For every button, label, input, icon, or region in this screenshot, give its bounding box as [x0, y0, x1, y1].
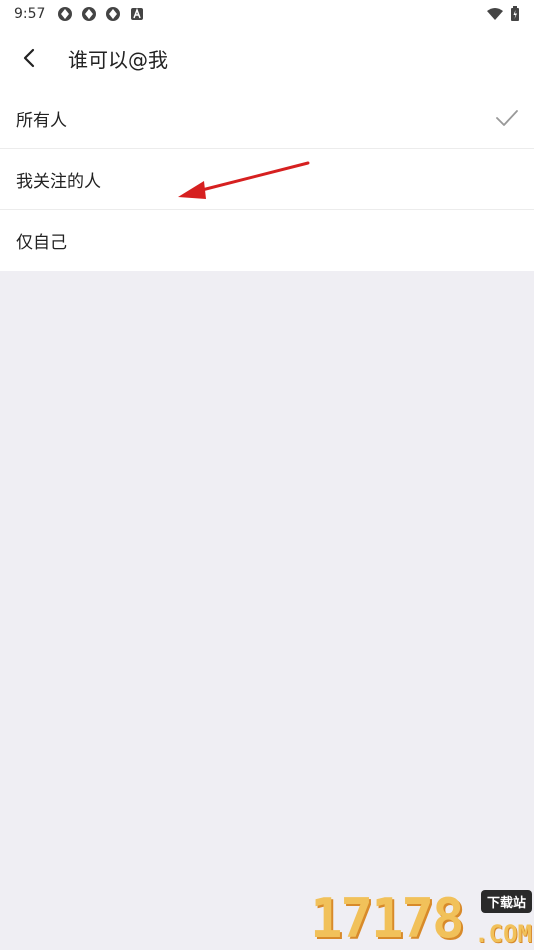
app-icon: [106, 7, 121, 21]
option-label: 所有人: [16, 110, 67, 131]
watermark-domain: .COM: [474, 920, 532, 948]
app-icon: [58, 7, 73, 21]
page-title: 谁可以@我: [68, 47, 168, 72]
back-arrow-icon: [23, 48, 35, 68]
app-bar: 谁可以@我: [0, 28, 534, 88]
watermark-digits: 17178: [310, 887, 465, 950]
app-icon: [82, 7, 97, 21]
checkmark-icon: [496, 110, 518, 126]
back-button[interactable]: [0, 28, 60, 88]
watermark: 17178 下载站 .COM: [304, 888, 534, 950]
status-right: [486, 6, 520, 22]
option-only-me[interactable]: 仅自己: [0, 210, 534, 271]
watermark-badge: 下载站: [480, 890, 532, 913]
mention-permission-list: 所有人 我关注的人 仅自己: [0, 88, 534, 271]
option-label: 我关注的人: [16, 171, 101, 192]
option-everyone[interactable]: 所有人: [0, 88, 534, 149]
battery-icon: [511, 6, 519, 21]
status-time: 9:57: [14, 6, 46, 22]
status-bar: 9:57: [0, 0, 534, 28]
a-icon: [131, 7, 144, 20]
option-following[interactable]: 我关注的人: [0, 149, 534, 210]
wifi-icon: [487, 8, 503, 20]
option-label: 仅自己: [16, 233, 67, 253]
